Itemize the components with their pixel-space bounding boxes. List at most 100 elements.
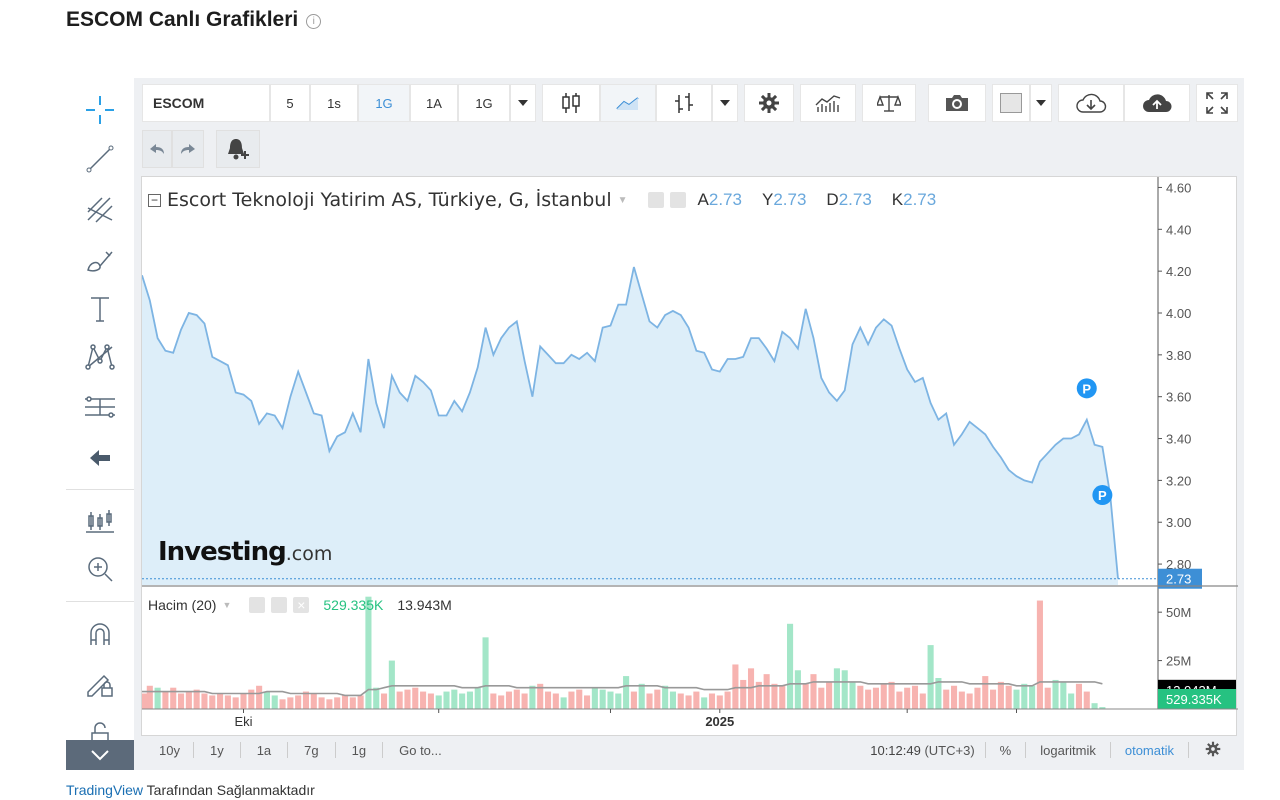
chart-svg[interactable]: 4.604.404.204.003.803.603.403.203.002.80… [141, 177, 1238, 737]
volume-bar [591, 687, 598, 709]
chart-type-dropdown[interactable] [712, 84, 738, 122]
fullscreen-button[interactable] [1196, 84, 1238, 122]
volume-bar [872, 687, 879, 709]
fib-tool-icon[interactable] [66, 190, 134, 230]
interval-button-5[interactable]: 5 [270, 84, 310, 122]
interval-button-1g-active[interactable]: 1G [358, 84, 410, 122]
price-tick-label: 3.40 [1166, 432, 1191, 447]
volume-bar [1013, 689, 1020, 709]
range-7g[interactable]: 7g [288, 743, 334, 758]
volume-bar [381, 693, 388, 709]
interval-button-1s[interactable]: 1s [310, 84, 358, 122]
volume-visibility-icon[interactable] [249, 597, 266, 613]
line-chart-button[interactable] [600, 84, 656, 122]
volume-bar [435, 695, 442, 709]
range-10y[interactable]: 10y [141, 743, 193, 758]
volume-settings-icon[interactable] [271, 597, 288, 613]
range-1y[interactable]: 1y [194, 743, 240, 758]
alert-button[interactable] [216, 130, 260, 168]
zoom-in-icon[interactable] [66, 549, 134, 589]
volume-bar [279, 699, 286, 709]
interval-dropdown[interactable] [510, 84, 536, 122]
brush-icon[interactable] [66, 240, 134, 280]
go-to-date[interactable]: Go to... [383, 743, 458, 758]
settings-button[interactable] [744, 84, 794, 122]
text-tool-icon[interactable] [66, 289, 134, 329]
series-dropdown-icon[interactable]: ▼ [618, 195, 628, 206]
compare-button[interactable] [656, 84, 712, 122]
caret-down-icon [518, 100, 528, 106]
tradingview-link[interactable]: TradingView [66, 782, 143, 798]
load-chart-button[interactable] [1058, 84, 1124, 122]
trend-line-icon[interactable] [66, 139, 134, 179]
volume-bar [568, 691, 575, 709]
ohlc-open: A2.73 [697, 190, 742, 209]
percent-toggle[interactable]: % [986, 743, 1026, 758]
cloud-upload-icon [1143, 94, 1172, 112]
interval-label: 5 [286, 95, 294, 111]
volume-bar [505, 691, 513, 709]
volume-bar [810, 674, 817, 709]
info-icon[interactable]: i [306, 14, 322, 29]
save-chart-button[interactable] [1124, 84, 1190, 122]
symbol-search[interactable]: ESCOM [142, 84, 270, 122]
color-picker-button[interactable] [992, 84, 1030, 122]
volume-bar [185, 691, 192, 709]
price-tick-label: 4.60 [1166, 180, 1191, 195]
dividend-marker-label: P [1082, 381, 1091, 396]
volume-bar [833, 668, 840, 709]
hide-toolbar-icon[interactable] [66, 438, 134, 478]
credit-text: Tarafından Sağlanmaktadır [143, 782, 315, 798]
volume-dropdown-icon[interactable]: ▼ [222, 600, 231, 610]
volume-remove-icon[interactable]: × [293, 597, 310, 613]
log-toggle[interactable]: logaritmik [1026, 743, 1110, 758]
volume-bar [1068, 693, 1075, 709]
visibility-icon[interactable] [647, 192, 664, 208]
collapse-legend-icon[interactable]: − [148, 193, 161, 207]
interval-label: 1s [327, 95, 341, 111]
range-1a[interactable]: 1a [241, 743, 287, 758]
snapshot-button[interactable] [928, 84, 986, 122]
last-price-label: 2.73 [1166, 572, 1191, 587]
compare-symbol-button[interactable] [862, 84, 916, 122]
bars-icon [675, 93, 693, 113]
undo-button[interactable] [142, 130, 172, 168]
series-settings-icon[interactable] [669, 192, 686, 208]
range-1g[interactable]: 1g [336, 743, 382, 758]
candles-button[interactable] [542, 84, 600, 122]
volume-bar [459, 693, 466, 709]
undo-icon [150, 144, 164, 154]
lock-drawings-icon[interactable] [66, 664, 134, 704]
volume-ma-line [142, 681, 1103, 697]
cloud-download-icon [1076, 93, 1107, 113]
caret-down-icon [720, 100, 730, 106]
auto-toggle[interactable]: otomatik [1111, 743, 1188, 758]
indicators-icon[interactable] [66, 500, 134, 540]
price-tick-label: 4.20 [1166, 264, 1191, 279]
volume-bar [474, 687, 481, 709]
indicators-button[interactable] [800, 84, 856, 122]
color-dropdown[interactable] [1030, 84, 1052, 122]
crosshair-icon[interactable] [66, 90, 134, 130]
volume-bar [880, 683, 887, 709]
volume-bar [443, 691, 450, 709]
prediction-tool-icon[interactable] [66, 387, 134, 427]
volume-bar [911, 685, 919, 709]
expand-toolbar-button[interactable] [66, 740, 134, 770]
interval-button-1g[interactable]: 1G [458, 84, 510, 122]
chart-widget: ESCOM 5 1s 1G 1A 1G 4.60 4.40 4.20 4.00 … [134, 78, 1244, 770]
chart-properties-button[interactable] [1189, 741, 1237, 760]
redo-button[interactable] [172, 130, 204, 168]
dividend-marker-label: P [1098, 488, 1107, 503]
x-tick-label: 2025 [705, 714, 734, 729]
volume-bar [287, 697, 294, 709]
volume-bar [747, 668, 755, 709]
pattern-tool-icon[interactable] [66, 337, 134, 377]
investing-watermark: Investing.com [158, 537, 333, 567]
magnet-icon[interactable] [66, 614, 134, 654]
x-axis: Eki 2025 [142, 708, 1238, 729]
chart-panes[interactable]: 4.60 4.40 4.20 4.00 3.80 3.60 3.40 3.20 3.00 2.80… [141, 176, 1238, 737]
volume-tick-label: 50M [1166, 605, 1191, 620]
camera-icon [946, 95, 968, 111]
interval-button-1a[interactable]: 1A [410, 84, 458, 122]
